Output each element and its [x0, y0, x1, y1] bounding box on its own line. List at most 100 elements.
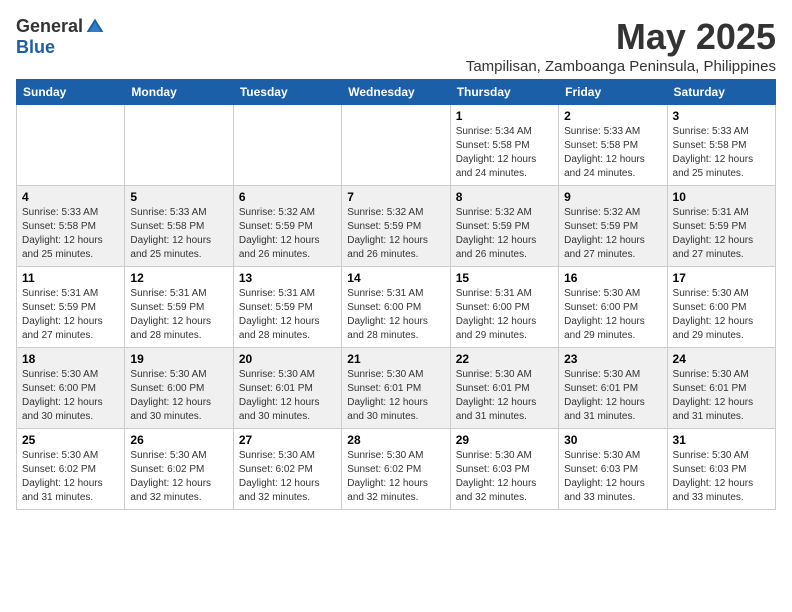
logo-blue-text: Blue: [16, 37, 55, 58]
day-info: Sunrise: 5:30 AM Sunset: 6:01 PM Dayligh…: [673, 368, 770, 424]
day-number: 3: [673, 109, 770, 123]
calendar-cell: 14Sunrise: 5:31 AM Sunset: 6:00 PM Dayli…: [342, 267, 450, 348]
day-info: Sunrise: 5:33 AM Sunset: 5:58 PM Dayligh…: [130, 206, 227, 262]
calendar-cell: 9Sunrise: 5:32 AM Sunset: 5:59 PM Daylig…: [559, 186, 667, 267]
calendar-cell: 8Sunrise: 5:32 AM Sunset: 5:59 PM Daylig…: [450, 186, 558, 267]
weekday-header-monday: Monday: [125, 80, 233, 105]
calendar-cell: 25Sunrise: 5:30 AM Sunset: 6:02 PM Dayli…: [17, 429, 125, 510]
day-info: Sunrise: 5:32 AM Sunset: 5:59 PM Dayligh…: [456, 206, 553, 262]
day-number: 30: [564, 433, 661, 447]
weekday-header-saturday: Saturday: [667, 80, 775, 105]
day-number: 19: [130, 352, 227, 366]
calendar-cell: 26 Sunrise: 5:30 AM Sunset: 6:02 PM Dayli…: [125, 429, 233, 510]
day-info: Sunrise: 5:30 AM Sunset: 6:00 PM Dayligh…: [564, 287, 661, 343]
day-number: 18: [22, 352, 119, 366]
day-number: 17: [673, 271, 770, 285]
day-info: Sunrise: 5:30 AM Sunset: 6:02 PM Dayligh…: [239, 449, 336, 505]
day-info: Sunrise: 5:31 AM Sunset: 6:00 PM Dayligh…: [347, 287, 444, 343]
page-header: General Blue May 2025 Tampilisan, Zamboa…: [16, 16, 776, 75]
day-number: 21: [347, 352, 444, 366]
day-info: Sunrise: 5:31 AM Sunset: 5:59 PM Dayligh…: [22, 287, 119, 343]
calendar-cell: 3 Sunrise: 5:33 AM Sunset: 5:58 PM Daylig…: [667, 105, 775, 186]
weekday-header-thursday: Thursday: [450, 80, 558, 105]
day-info: Sunrise: 5:30 AM Sunset: 6:01 PM Dayligh…: [347, 368, 444, 424]
month-title: May 2025: [466, 16, 776, 58]
calendar-cell: 5Sunrise: 5:33 AM Sunset: 5:58 PM Daylig…: [125, 186, 233, 267]
calendar-cell: 1 Sunrise: 5:34 AM Sunset: 5:58 PM Daylig…: [450, 105, 558, 186]
calendar-cell: 16 Sunrise: 5:30 AM Sunset: 6:00 PM Dayli…: [559, 267, 667, 348]
day-info: Sunrise: 5:34 AM Sunset: 5:58 PM Dayligh…: [456, 125, 553, 181]
day-info: Sunrise: 5:30 AM Sunset: 6:02 PM Dayligh…: [22, 449, 119, 505]
calendar-cell: 15 Sunrise: 5:31 AM Sunset: 6:00 PM Dayli…: [450, 267, 558, 348]
day-number: 23: [564, 352, 661, 366]
calendar-cell: 19 Sunrise: 5:30 AM Sunset: 6:00 PM Dayli…: [125, 348, 233, 429]
day-info: Sunrise: 5:30 AM Sunset: 6:01 PM Dayligh…: [239, 368, 336, 424]
day-info: Sunrise: 5:31 AM Sunset: 6:00 PM Dayligh…: [456, 287, 553, 343]
day-number: 28: [347, 433, 444, 447]
weekday-header-friday: Friday: [559, 80, 667, 105]
calendar-cell: 27 Sunrise: 5:30 AM Sunset: 6:02 PM Dayli…: [233, 429, 341, 510]
day-info: Sunrise: 5:30 AM Sunset: 6:00 PM Dayligh…: [673, 287, 770, 343]
day-info: Sunrise: 5:33 AM Sunset: 5:58 PM Dayligh…: [564, 125, 661, 181]
calendar-cell: 30Sunrise: 5:30 AM Sunset: 6:03 PM Dayli…: [559, 429, 667, 510]
day-info: Sunrise: 5:30 AM Sunset: 6:02 PM Dayligh…: [347, 449, 444, 505]
calendar-cell: 23 Sunrise: 5:30 AM Sunset: 6:01 PM Dayli…: [559, 348, 667, 429]
calendar-cell: 10Sunrise: 5:31 AM Sunset: 5:59 PM Dayli…: [667, 186, 775, 267]
day-info: Sunrise: 5:30 AM Sunset: 6:03 PM Dayligh…: [673, 449, 770, 505]
day-number: 27: [239, 433, 336, 447]
day-info: Sunrise: 5:33 AM Sunset: 5:58 PM Dayligh…: [22, 206, 119, 262]
calendar-table: SundayMondayTuesdayWednesdayThursdayFrid…: [16, 79, 776, 510]
day-number: 4: [22, 190, 119, 204]
logo: General Blue: [16, 16, 105, 58]
calendar-cell: 17 Sunrise: 5:30 AM Sunset: 6:00 PM Dayli…: [667, 267, 775, 348]
location-subtitle: Tampilisan, Zamboanga Peninsula, Philipp…: [466, 58, 776, 75]
day-info: Sunrise: 5:30 AM Sunset: 6:02 PM Dayligh…: [130, 449, 227, 505]
day-number: 20: [239, 352, 336, 366]
weekday-header-wednesday: Wednesday: [342, 80, 450, 105]
day-number: 2: [564, 109, 661, 123]
calendar-cell: 29Sunrise: 5:30 AM Sunset: 6:03 PM Dayli…: [450, 429, 558, 510]
day-number: 13: [239, 271, 336, 285]
day-info: Sunrise: 5:30 AM Sunset: 6:00 PM Dayligh…: [130, 368, 227, 424]
calendar-cell: 11 Sunrise: 5:31 AM Sunset: 5:59 PM Dayli…: [17, 267, 125, 348]
day-info: Sunrise: 5:30 AM Sunset: 6:01 PM Dayligh…: [456, 368, 553, 424]
calendar-cell: 7Sunrise: 5:32 AM Sunset: 5:59 PM Daylig…: [342, 186, 450, 267]
day-info: Sunrise: 5:31 AM Sunset: 5:59 PM Dayligh…: [130, 287, 227, 343]
day-number: 26: [130, 433, 227, 447]
weekday-header-tuesday: Tuesday: [233, 80, 341, 105]
day-number: 15: [456, 271, 553, 285]
calendar-cell: [17, 105, 125, 186]
calendar-week-row: 25Sunrise: 5:30 AM Sunset: 6:02 PM Dayli…: [17, 429, 776, 510]
day-info: Sunrise: 5:30 AM Sunset: 6:01 PM Dayligh…: [564, 368, 661, 424]
calendar-cell: [342, 105, 450, 186]
calendar-cell: 28 Sunrise: 5:30 AM Sunset: 6:02 PM Dayli…: [342, 429, 450, 510]
day-number: 11: [22, 271, 119, 285]
calendar-cell: 20 Sunrise: 5:30 AM Sunset: 6:01 PM Dayli…: [233, 348, 341, 429]
calendar-cell: 22 Sunrise: 5:30 AM Sunset: 6:01 PM Dayli…: [450, 348, 558, 429]
calendar-cell: 21 Sunrise: 5:30 AM Sunset: 6:01 PM Dayli…: [342, 348, 450, 429]
logo-icon: [85, 17, 105, 37]
calendar-cell: 2 Sunrise: 5:33 AM Sunset: 5:58 PM Daylig…: [559, 105, 667, 186]
calendar-cell: 13 Sunrise: 5:31 AM Sunset: 5:59 PM Dayli…: [233, 267, 341, 348]
logo-general-text: General: [16, 16, 83, 37]
calendar-week-row: 4 Sunrise: 5:33 AM Sunset: 5:58 PM Daylig…: [17, 186, 776, 267]
day-info: Sunrise: 5:31 AM Sunset: 5:59 PM Dayligh…: [239, 287, 336, 343]
day-number: 31: [673, 433, 770, 447]
calendar-cell: 12 Sunrise: 5:31 AM Sunset: 5:59 PM Dayli…: [125, 267, 233, 348]
day-info: Sunrise: 5:33 AM Sunset: 5:58 PM Dayligh…: [673, 125, 770, 181]
day-info: Sunrise: 5:32 AM Sunset: 5:59 PM Dayligh…: [239, 206, 336, 262]
day-number: 29: [456, 433, 553, 447]
calendar-cell: [125, 105, 233, 186]
calendar-cell: 6 Sunrise: 5:32 AM Sunset: 5:59 PM Daylig…: [233, 186, 341, 267]
day-number: 22: [456, 352, 553, 366]
day-number: 12: [130, 271, 227, 285]
day-number: 9: [564, 190, 661, 204]
day-number: 7: [347, 190, 444, 204]
day-info: Sunrise: 5:30 AM Sunset: 6:00 PM Dayligh…: [22, 368, 119, 424]
day-number: 16: [564, 271, 661, 285]
day-number: 1: [456, 109, 553, 123]
day-number: 6: [239, 190, 336, 204]
calendar-week-row: 18 Sunrise: 5:30 AM Sunset: 6:00 PM Dayli…: [17, 348, 776, 429]
calendar-cell: 24Sunrise: 5:30 AM Sunset: 6:01 PM Dayli…: [667, 348, 775, 429]
calendar-cell: 4 Sunrise: 5:33 AM Sunset: 5:58 PM Daylig…: [17, 186, 125, 267]
